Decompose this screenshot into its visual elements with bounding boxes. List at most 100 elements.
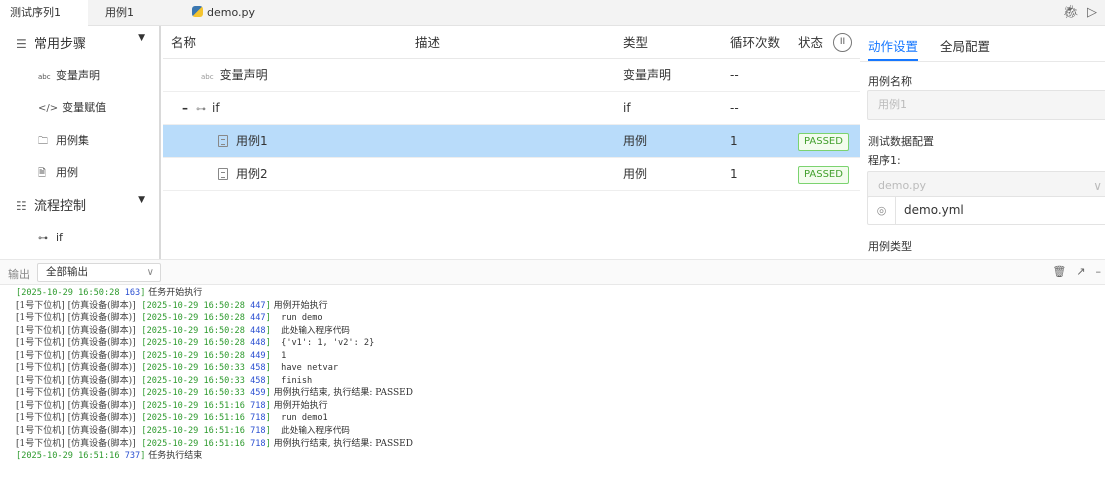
log-line: [1号下位机] [仿真设备(脚本)] [2025-10-29 16:50:33 … (16, 375, 1096, 388)
flow-icon: ☷ (16, 199, 27, 213)
collapse-icon[interactable]: – (182, 101, 188, 115)
log-millis: 163 (124, 288, 141, 298)
sidebar-item-case[interactable]: 🗎︎ 用例 (38, 163, 78, 183)
log-line: [1号下位机] [仿真设备(脚本)] [2025-10-29 16:51:16 … (16, 400, 1096, 413)
caret-down-icon[interactable]: ▼ (138, 33, 145, 43)
step-library-sidebar: ☰ 常用步骤 ▼ abc 变量声明 </> 变量赋值 🗀︎ 用例集 🗎︎ 用例 ☷ 流程控制… (0, 26, 161, 259)
log-message: 任务开始执行 (145, 288, 203, 298)
row-name: 变量声明 (219, 68, 268, 82)
column-header-type[interactable]: 类型 (623, 26, 648, 59)
tab-label: 测试序列1 (10, 6, 61, 19)
minimize-icon[interactable]: – (1096, 265, 1102, 278)
sidebar-item-variable-declare[interactable]: abc 变量声明 (38, 66, 100, 86)
log-source: [1号下位机] [仿真设备(脚本)] (16, 426, 142, 437)
column-header-name[interactable]: 名称 (171, 26, 196, 59)
sidebar-group-flow-control[interactable]: ☷ 流程控制 (16, 195, 156, 217)
log-millis: 718 (250, 400, 266, 411)
log-timestamp: 2025-10-29 16:50:33 (146, 363, 245, 374)
row-name-cell: 用例2 (218, 158, 268, 191)
log-millis: 459 (250, 388, 266, 399)
log-message: finish (270, 375, 313, 386)
eye-icon[interactable]: ◎ (868, 197, 896, 224)
abc-icon: abc (201, 73, 214, 81)
column-header-status[interactable]: 状态 (798, 26, 823, 59)
row-loop-count: 1 (730, 167, 738, 181)
log-timestamp: 2025-10-29 16:50:28 (146, 313, 245, 324)
output-filter-value: 全部输出 (46, 266, 88, 278)
log-line: [1号下位机] [仿真设备(脚本)] [2025-10-29 16:50:28 … (16, 325, 1096, 338)
case-name-label: 用例名称 (868, 75, 912, 88)
caret-down-icon[interactable]: ▼ (138, 195, 145, 205)
log-millis: 448 (250, 325, 266, 336)
log-message: 用例开始执行 (270, 300, 328, 311)
table-row[interactable]: abc 变量声明 变量声明 -- (163, 59, 860, 92)
log-millis: 458 (250, 375, 266, 386)
output-toolbar: 输出 全部输出 ∨ 🗑︎ ↗ – (0, 259, 1105, 285)
status-badge: PASSED (798, 133, 849, 151)
row-type: 用例 (623, 167, 648, 181)
active-tab-indicator (868, 59, 918, 61)
tab-action-settings[interactable]: 动作设置 (868, 36, 918, 55)
document-icon (218, 168, 228, 180)
output-filter-select[interactable]: 全部输出 ∨ (37, 263, 161, 282)
log-timestamp: 2025-10-29 16:50:33 (146, 375, 245, 386)
table-row[interactable]: – ⊶ if if -- (163, 92, 860, 125)
table-row[interactable]: 用例2 用例 1 PASSED (163, 158, 860, 191)
log-source: [1号下位机] [仿真设备(脚本)] (16, 350, 142, 361)
log-timestamp: 2025-10-29 16:51:16 (21, 451, 120, 462)
log-timestamp: 2025-10-29 16:51:16 (146, 413, 245, 424)
pause-icon[interactable]: II (833, 33, 852, 52)
tab-global-config[interactable]: 全局配置 (940, 36, 990, 55)
expand-icon[interactable]: ↗ (1076, 265, 1085, 278)
log-message: 用例开始执行 (270, 400, 328, 411)
tab-case-1[interactable]: 用例1 (95, 0, 175, 26)
document-icon: 🗎︎ (38, 168, 47, 179)
log-line: [2025-10-29 16:50:28 163] 任务开始执行 (16, 287, 1096, 300)
row-name-cell: 用例1 (218, 125, 268, 158)
table-row-selected[interactable]: 用例1 用例 1 PASSED (163, 125, 860, 158)
log-timestamp: 2025-10-29 16:50:28 (146, 350, 245, 361)
log-millis: 458 (250, 363, 266, 374)
log-source: [1号下位机] [仿真设备(脚本)] (16, 375, 142, 386)
log-line: [1号下位机] [仿真设备(脚本)] [2025-10-29 16:50:28 … (16, 312, 1096, 325)
run-icon[interactable]: ▷ (1087, 5, 1097, 20)
column-header-loop-count[interactable]: 循环次数 (730, 26, 780, 59)
data-file-field[interactable]: ◎ demo.yml (867, 196, 1105, 225)
document-icon (218, 135, 228, 147)
log-timestamp: 2025-10-29 16:50:28 (146, 338, 245, 349)
log-timestamp: 2025-10-29 16:50:28 (21, 288, 120, 298)
sidebar-group-common-steps[interactable]: ☰ 常用步骤 (16, 33, 156, 55)
log-timestamp: 2025-10-29 16:50:33 (146, 388, 245, 399)
properties-panel: 动作设置 全局配置 用例名称 用例1 测试数据配置 程序1: demo.py ∨ … (860, 26, 1105, 259)
sidebar-group-label: 流程控制 (34, 199, 87, 214)
log-source: [1号下位机] [仿真设备(脚本)] (16, 325, 142, 336)
status-badge: PASSED (798, 166, 849, 184)
row-name-cell: abc 变量声明 (201, 59, 268, 92)
clear-output-icon[interactable]: 🗑︎ (1052, 265, 1066, 278)
row-type: 变量声明 (623, 68, 672, 82)
tab-test-sequence-1[interactable]: 测试序列1 (0, 0, 88, 26)
log-millis: 718 (250, 413, 266, 424)
log-message: {'v1': 1, 'v2': 2} (270, 338, 375, 349)
sidebar-item-case-set[interactable]: 🗀︎ 用例集 (38, 131, 89, 151)
sidebar-item-label: 变量赋值 (62, 101, 107, 114)
sidebar-item-variable-assign[interactable]: </> 变量赋值 (38, 98, 106, 118)
sidebar-item-if[interactable]: ⊶ if (38, 228, 63, 248)
log-message: run demo1 (270, 413, 328, 424)
row-loop-count: -- (730, 68, 739, 82)
tab-demo-py[interactable]: demo.py (182, 0, 277, 26)
debug-icon[interactable]: 🐞︎ (1062, 5, 1079, 20)
tab-label: demo.py (207, 6, 255, 19)
log-source: [1号下位机] [仿真设备(脚本)] (16, 413, 142, 424)
log-millis: 447 (250, 300, 266, 311)
sidebar-item-label: 用例 (56, 166, 78, 179)
log-source: [1号下位机] [仿真设备(脚本)] (16, 300, 142, 311)
step-table: 名称 描述 类型 循环次数 状态 II abc 变量声明 变量声明 -- – ⊶ if… (163, 26, 860, 259)
case-name-field[interactable]: 用例1 (867, 90, 1105, 120)
program-select-value: demo.py (878, 179, 926, 192)
log-millis: 737 (124, 451, 141, 462)
log-timestamp: 2025-10-29 16:51:16 (146, 400, 245, 411)
log-line: [1号下位机] [仿真设备(脚本)] [2025-10-29 16:50:28 … (16, 300, 1096, 313)
column-header-description[interactable]: 描述 (415, 26, 440, 59)
log-source: [1号下位机] [仿真设备(脚本)] (16, 338, 142, 349)
